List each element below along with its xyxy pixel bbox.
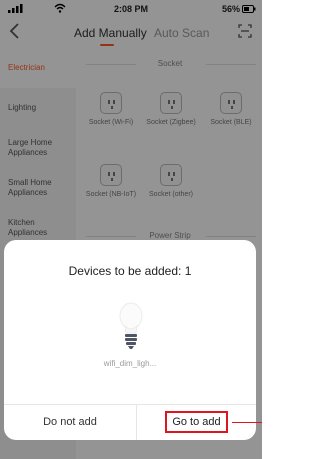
light-bulb-icon bbox=[119, 302, 143, 349]
go-to-add-label: Go to add bbox=[165, 411, 228, 433]
devices-found-dialog: Devices to be added: 1 wifi_dim_ligh... … bbox=[4, 240, 256, 440]
do-not-add-button[interactable]: Do not add bbox=[4, 404, 136, 440]
found-device-name: wifi_dim_ligh... bbox=[103, 359, 157, 368]
dialog-title: Devices to be added: 1 bbox=[68, 264, 192, 278]
do-not-add-label: Do not add bbox=[43, 416, 97, 428]
annotation-callout-line bbox=[232, 422, 262, 423]
